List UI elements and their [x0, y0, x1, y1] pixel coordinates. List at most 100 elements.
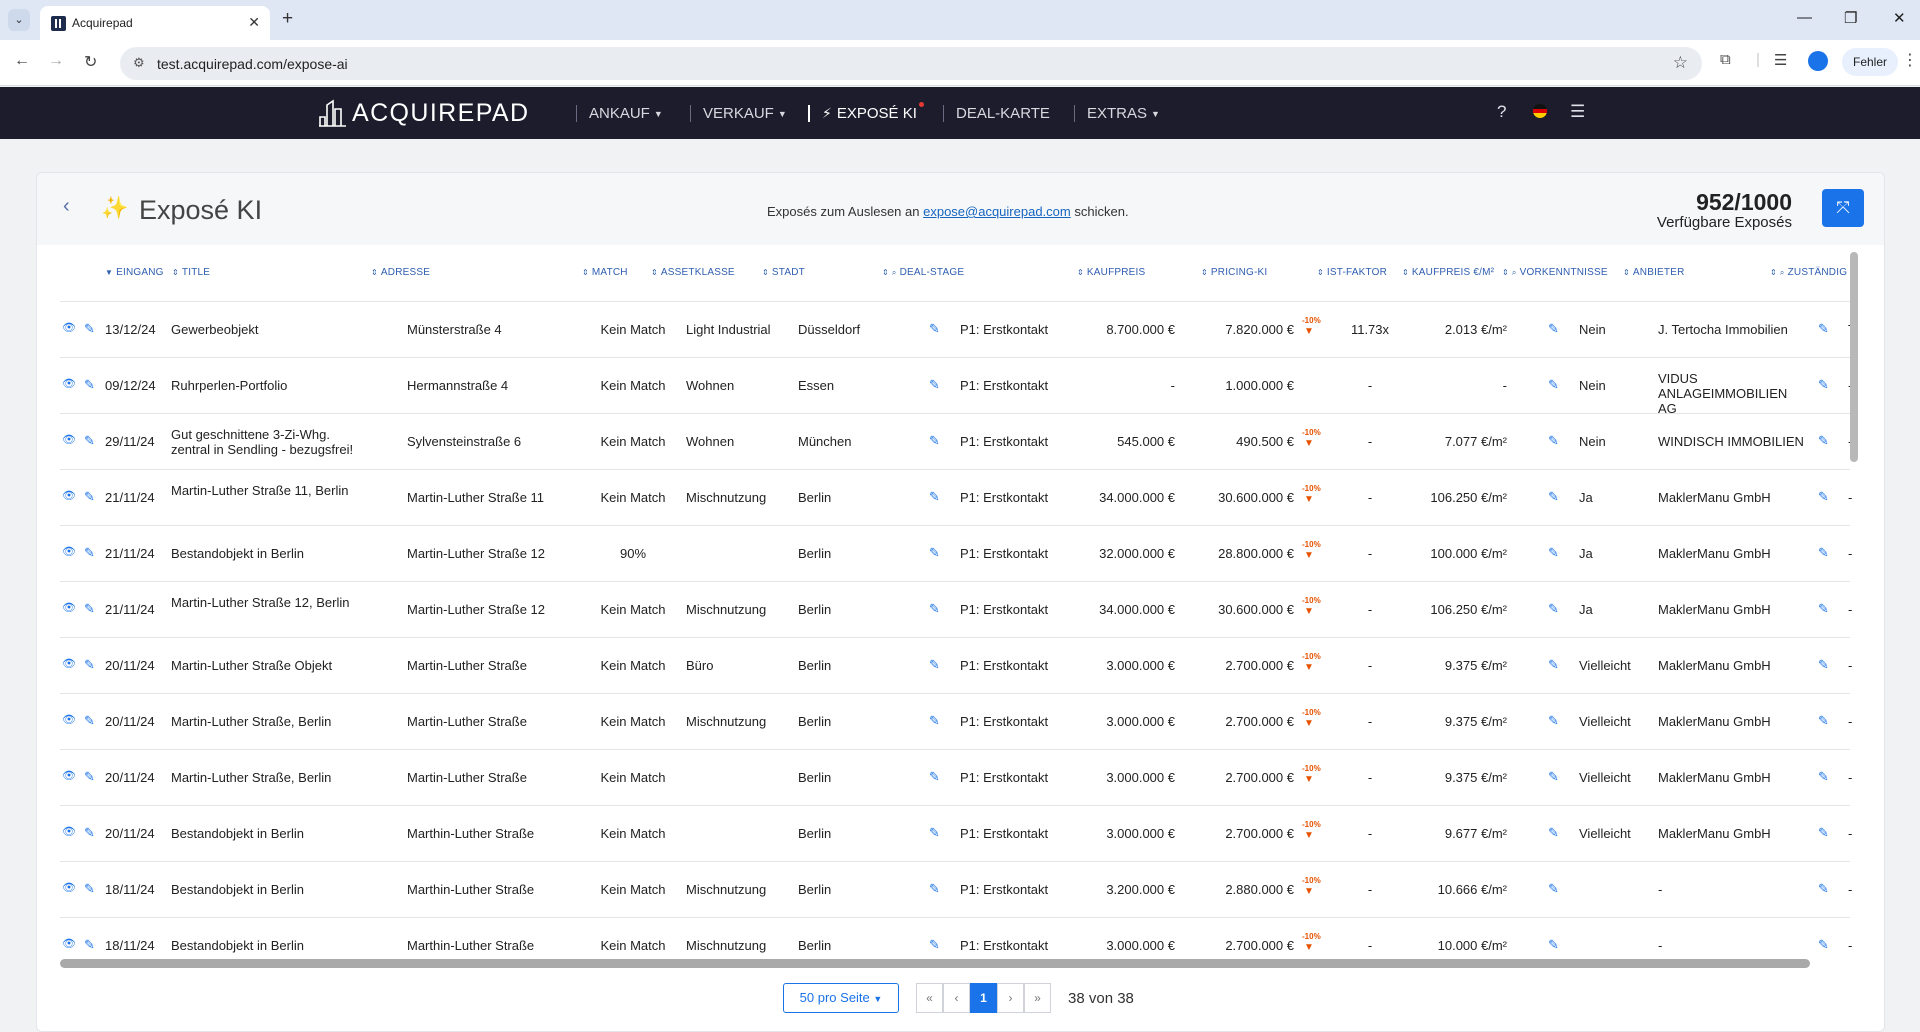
- edit-zustaendig-icon[interactable]: ✎: [1818, 937, 1829, 953]
- table-row[interactable]: 👁 ✎ 20/11/24 Bestandobjekt in Berlin Marthin…: [60, 806, 1852, 862]
- view-eye-icon[interactable]: 👁: [62, 937, 76, 950]
- edit-icon[interactable]: ✎: [84, 433, 95, 449]
- menu-ankauf[interactable]: ANKAUF ▼: [576, 105, 663, 122]
- view-eye-icon[interactable]: 👁: [62, 825, 76, 838]
- search-icon[interactable]: ⌕: [892, 268, 897, 277]
- hint-email-link[interactable]: expose@acquirepad.com: [923, 204, 1071, 219]
- edit-deal-stage-icon[interactable]: ✎: [929, 937, 940, 953]
- page-1-button[interactable]: 1: [970, 983, 997, 1013]
- next-page-button[interactable]: ›: [997, 983, 1024, 1013]
- prev-page-button[interactable]: ‹: [943, 983, 970, 1013]
- table-row[interactable]: 👁 ✎ 21/11/24 Martin-Luther Straße 12, Berli…: [60, 582, 1852, 638]
- site-info-icon[interactable]: ⚙: [133, 55, 145, 71]
- extensions-icon[interactable]: ⧉: [1720, 51, 1731, 68]
- edit-vorkenntnisse-icon[interactable]: ✎: [1548, 881, 1559, 897]
- close-icon[interactable]: ✕: [248, 14, 260, 31]
- new-tab-plus-icon[interactable]: +: [282, 8, 293, 30]
- cell-title[interactable]: Ruhrperlen-Portfolio: [171, 378, 287, 393]
- logo-text[interactable]: ACQUIREPAD: [352, 99, 529, 128]
- cell-title[interactable]: Martin-Luther Straße, Berlin: [171, 714, 331, 729]
- minimize-icon[interactable]: —: [1797, 9, 1812, 26]
- restore-icon[interactable]: ❐: [1844, 9, 1857, 27]
- col-header-assetklasse[interactable]: ⇕ ASSETKLASSE: [651, 267, 735, 278]
- view-eye-icon[interactable]: 👁: [62, 601, 76, 614]
- col-header-title[interactable]: ⇕ TITLE: [172, 267, 210, 278]
- cell-title[interactable]: Gut geschnittene 3-Zi-Whg. zentral in Se…: [171, 427, 361, 457]
- view-eye-icon[interactable]: 👁: [62, 489, 76, 502]
- table-row[interactable]: 👁 ✎ 20/11/24 Martin-Luther Straße, Berlin Ma…: [60, 694, 1852, 750]
- cell-title[interactable]: Bestandobjekt in Berlin: [171, 938, 304, 953]
- german-flag-icon[interactable]: [1533, 104, 1547, 118]
- edit-deal-stage-icon[interactable]: ✎: [929, 377, 940, 393]
- cell-title[interactable]: Bestandobjekt in Berlin: [171, 826, 304, 841]
- edit-zustaendig-icon[interactable]: ✎: [1818, 433, 1829, 449]
- edit-vorkenntnisse-icon[interactable]: ✎: [1548, 657, 1559, 673]
- vertical-scroll-thumb[interactable]: [1850, 252, 1858, 462]
- edit-deal-stage-icon[interactable]: ✎: [929, 545, 940, 561]
- view-eye-icon[interactable]: 👁: [62, 545, 76, 558]
- window-close-icon[interactable]: ✕: [1893, 9, 1906, 27]
- edit-deal-stage-icon[interactable]: ✎: [929, 657, 940, 673]
- table-row[interactable]: 👁 ✎ 20/11/24 Martin-Luther Straße, Berlin Ma…: [60, 750, 1852, 806]
- first-page-button[interactable]: «: [916, 983, 943, 1013]
- col-header-stadt[interactable]: ⇕ STADT: [762, 267, 805, 278]
- browser-tab[interactable]: Acquirepad ✕: [40, 6, 270, 40]
- edit-icon[interactable]: ✎: [84, 713, 95, 729]
- edit-deal-stage-icon[interactable]: ✎: [929, 769, 940, 785]
- edit-deal-stage-icon[interactable]: ✎: [929, 713, 940, 729]
- edit-icon[interactable]: ✎: [84, 377, 95, 393]
- col-header-ist-faktor[interactable]: ⇕ IST-FAKTOR: [1317, 267, 1387, 278]
- edit-deal-stage-icon[interactable]: ✎: [929, 321, 940, 337]
- table-row[interactable]: 👁 ✎ 13/12/24 Gewerbeobjekt Münsterstraße 4 Ke…: [60, 302, 1852, 358]
- col-header-vorkenntnisse[interactable]: ⇕ ⌕ VORKENNTNISSE: [1502, 267, 1608, 278]
- horizontal-scrollbar[interactable]: [60, 959, 1810, 968]
- vertical-scrollbar[interactable]: [1850, 244, 1858, 954]
- cell-title[interactable]: Martin-Luther Straße 11, Berlin: [171, 483, 361, 498]
- acquirepad-logo-icon[interactable]: [318, 97, 348, 127]
- menu-deal-karte[interactable]: DEAL-KARTE: [943, 105, 1050, 122]
- edit-icon[interactable]: ✎: [84, 545, 95, 561]
- forward-arrow-icon[interactable]: →: [48, 52, 64, 70]
- edit-zustaendig-icon[interactable]: ✎: [1818, 601, 1829, 617]
- table-row[interactable]: 👁 ✎ 18/11/24 Bestandobjekt in Berlin Marthin…: [60, 862, 1852, 918]
- col-header-kaufpreis[interactable]: ⇕ KAUFPREIS: [1077, 267, 1145, 278]
- edit-vorkenntnisse-icon[interactable]: ✎: [1548, 433, 1559, 449]
- last-page-button[interactable]: »: [1024, 983, 1051, 1013]
- back-arrow-icon[interactable]: ←: [14, 52, 30, 70]
- view-eye-icon[interactable]: 👁: [62, 433, 76, 446]
- edit-vorkenntnisse-icon[interactable]: ✎: [1548, 713, 1559, 729]
- collapse-button[interactable]: ⤧: [1822, 189, 1864, 227]
- view-eye-icon[interactable]: 👁: [62, 769, 76, 782]
- cell-title[interactable]: Martin-Luther Straße 12, Berlin: [171, 595, 361, 610]
- tab-list-chevron-icon[interactable]: ⌄: [8, 9, 30, 31]
- edit-zustaendig-icon[interactable]: ✎: [1818, 657, 1829, 673]
- edit-vorkenntnisse-icon[interactable]: ✎: [1548, 545, 1559, 561]
- help-icon[interactable]: ?: [1497, 102, 1506, 122]
- menu-extras[interactable]: EXTRAS ▼: [1074, 105, 1160, 122]
- col-header-kaufpreis-sqm[interactable]: ⇕ KAUFPREIS €/M²: [1402, 267, 1494, 278]
- bookmark-star-icon[interactable]: ☆: [1673, 53, 1688, 73]
- view-eye-icon[interactable]: 👁: [62, 377, 76, 390]
- menu-expose-ki[interactable]: ⚡ EXPOSÉ KI: [808, 102, 924, 122]
- table-row[interactable]: 👁 ✎ 18/11/24 Bestandobjekt in Berlin Marthin…: [60, 918, 1852, 959]
- view-eye-icon[interactable]: 👁: [62, 657, 76, 670]
- edit-icon[interactable]: ✎: [84, 657, 95, 673]
- search-icon[interactable]: ⌕: [1780, 268, 1785, 277]
- address-bar[interactable]: ⚙ test.acquirepad.com/expose-ai ☆: [120, 47, 1702, 80]
- edit-vorkenntnisse-icon[interactable]: ✎: [1548, 601, 1559, 617]
- table-row[interactable]: 👁 ✎ 29/11/24 Gut geschnittene 3-Zi-Whg. zen…: [60, 414, 1852, 470]
- edit-icon[interactable]: ✎: [84, 825, 95, 841]
- view-eye-icon[interactable]: 👁: [62, 881, 76, 894]
- edit-icon[interactable]: ✎: [84, 937, 95, 953]
- col-header-pricing-ki[interactable]: ⇕ PRICING-KI: [1201, 267, 1267, 278]
- table-row[interactable]: 👁 ✎ 09/12/24 Ruhrperlen-Portfolio Hermannstr…: [60, 358, 1852, 416]
- table-row[interactable]: 👁 ✎ 20/11/24 Martin-Luther Straße Objekt Mar…: [60, 638, 1852, 694]
- edit-vorkenntnisse-icon[interactable]: ✎: [1548, 321, 1559, 337]
- edit-zustaendig-icon[interactable]: ✎: [1818, 545, 1829, 561]
- cell-title[interactable]: Bestandobjekt in Berlin: [171, 882, 304, 897]
- hamburger-menu-icon[interactable]: ☰: [1570, 102, 1585, 122]
- cell-title[interactable]: Martin-Luther Straße Objekt: [171, 658, 332, 673]
- reload-icon[interactable]: ↻: [84, 52, 97, 72]
- edit-zustaendig-icon[interactable]: ✎: [1818, 377, 1829, 393]
- edit-zustaendig-icon[interactable]: ✎: [1818, 489, 1829, 505]
